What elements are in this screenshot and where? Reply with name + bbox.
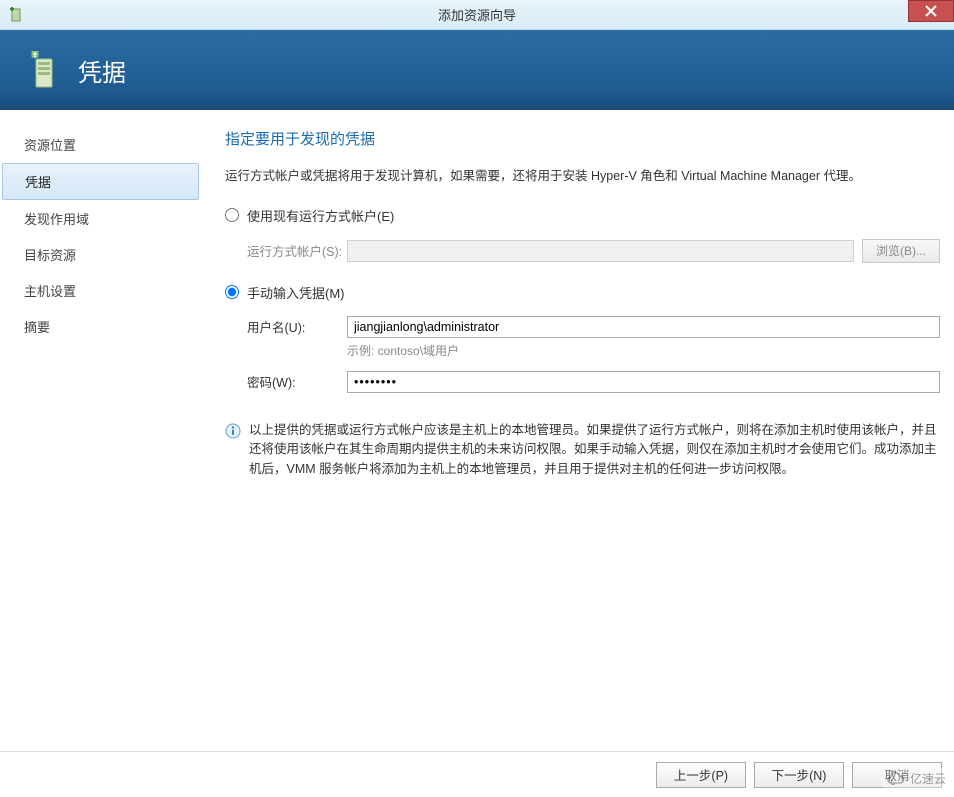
existing-account-input-disabled [347,240,854,262]
close-button[interactable] [908,0,954,22]
watermark-text: 亿速云 [910,770,946,787]
window-title: 添加资源向导 [438,5,516,24]
wizard-header: 凭据 [0,30,954,110]
content-pane: 指定要用于发现的凭据 运行方式帐户或凭据将用于发现计算机，如果需要，还将用于安装… [205,110,954,751]
main-area: 资源位置 凭据 发现作用域 目标资源 主机设置 摘要 指定要用于发现的凭据 运行… [0,110,954,751]
username-row: 用户名(U): [247,316,940,338]
sidebar-item-resource-location[interactable]: 资源位置 [2,127,199,162]
sidebar-item-discovery-scope[interactable]: 发现作用域 [2,201,199,236]
content-title: 指定要用于发现的凭据 [225,128,940,149]
sidebar-item-host-settings[interactable]: 主机设置 [2,273,199,308]
info-block: 以上提供的凭据或运行方式帐户应该是主机上的本地管理员。如果提供了运行方式帐户，则… [225,421,940,479]
username-hint: 示例: contoso\域用户 [347,342,940,359]
existing-account-label: 运行方式帐户(S): [247,241,347,260]
previous-button[interactable]: 上一步(P) [656,762,746,788]
content-description: 运行方式帐户或凭据将用于发现计算机，如果需要，还将用于安装 Hyper-V 角色… [225,167,940,186]
option-existing-label: 使用现有运行方式帐户(E) [247,206,394,225]
option-existing-account[interactable]: 使用现有运行方式帐户(E) [225,206,940,225]
sidebar-item-summary[interactable]: 摘要 [2,309,199,344]
username-input[interactable] [347,316,940,338]
radio-manual-credentials[interactable] [225,285,239,299]
sidebar-item-target-resources[interactable]: 目标资源 [2,237,199,272]
app-icon [8,7,24,23]
browse-button: 浏览(B)... [862,239,940,263]
username-label: 用户名(U): [247,317,347,336]
existing-account-row: 运行方式帐户(S): 浏览(B)... [247,239,940,263]
password-row: 密码(W): [247,371,940,393]
option-manual-credentials[interactable]: 手动输入凭据(M) [225,283,940,302]
password-label: 密码(W): [247,372,347,391]
titlebar: 添加资源向导 [0,0,954,30]
watermark: 亿速云 [882,768,950,789]
cloud-icon [886,772,906,786]
wizard-header-icon [26,51,60,89]
wizard-step-title: 凭据 [78,53,126,88]
info-icon [225,423,241,439]
next-button[interactable]: 下一步(N) [754,762,844,788]
wizard-sidebar: 资源位置 凭据 发现作用域 目标资源 主机设置 摘要 [0,110,205,751]
sidebar-item-credentials[interactable]: 凭据 [2,163,199,200]
option-manual-label: 手动输入凭据(M) [247,283,345,302]
wizard-footer: 上一步(P) 下一步(N) 取消 [0,751,954,797]
password-input[interactable] [347,371,940,393]
info-text: 以上提供的凭据或运行方式帐户应该是主机上的本地管理员。如果提供了运行方式帐户，则… [249,421,940,479]
radio-existing-account[interactable] [225,208,239,222]
